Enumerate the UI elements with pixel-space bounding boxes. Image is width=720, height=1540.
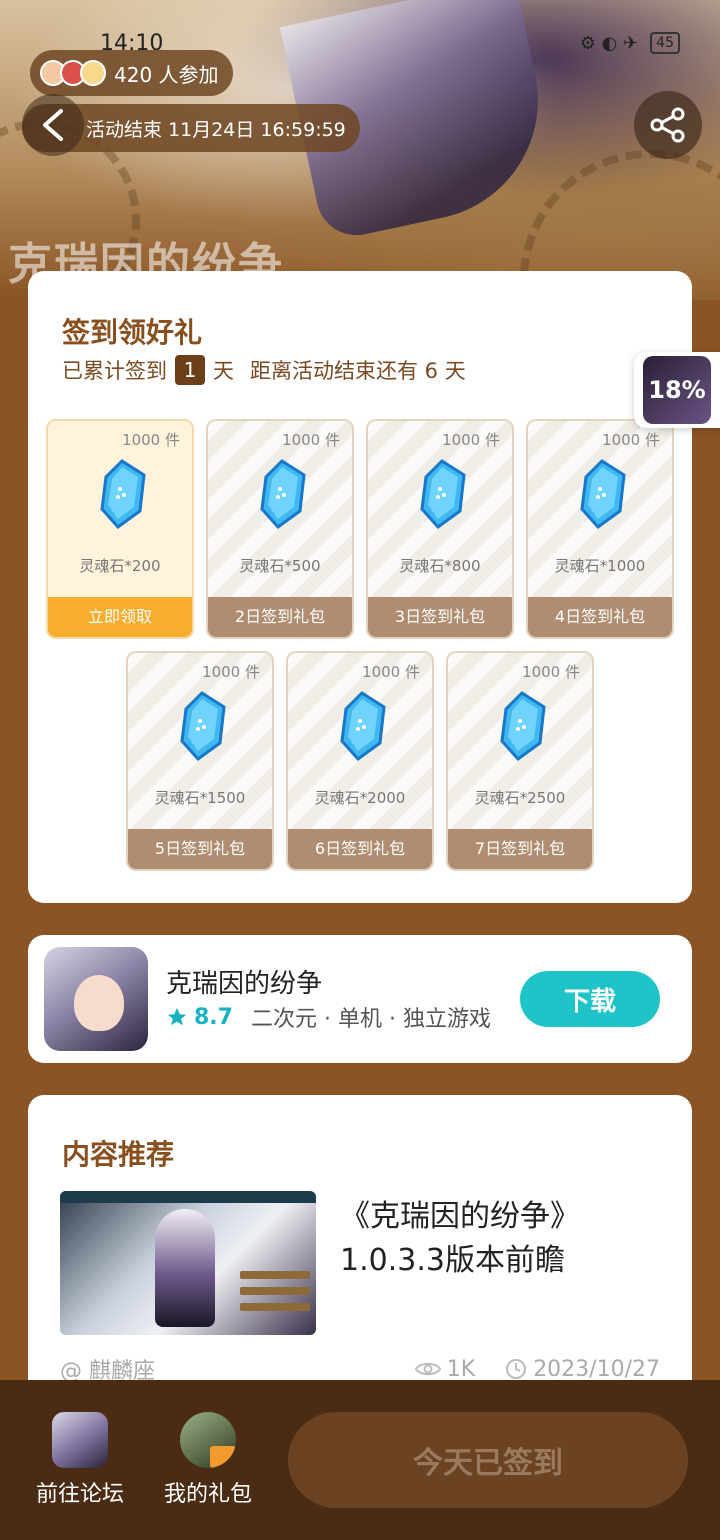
gift-icon [180,1412,236,1468]
claim-now-button[interactable]: 立即领取 [48,597,192,637]
chevron-left-icon [43,109,63,141]
forum-nav-button[interactable]: 前往论坛 [25,1412,135,1508]
article-views: 1K [446,1356,476,1382]
soul-stone-icon [340,691,386,761]
soul-stone-icon [100,459,146,529]
gift-day-2[interactable]: 1000 件 灵魂石*500 2日签到礼包 [206,419,354,639]
signin-title: 签到领好礼 [62,316,203,349]
remaining-days-text: 距离活动结束还有 6 天 [250,359,466,383]
back-button[interactable] [22,94,84,156]
share-button[interactable] [634,91,702,159]
participant-avatars [40,60,106,86]
download-button[interactable]: 下载 [520,971,660,1027]
soul-stone-icon [260,459,306,529]
deadline-text: 活动结束 11月24日 16:59:59 [86,118,346,141]
signal-icons: ⚙ ◐ ✈ [579,32,639,54]
game-tags: 二次元 · 单机 · 独立游戏 [250,1007,491,1032]
my-gifts-label: 我的礼包 [163,1482,252,1507]
gift-day-5[interactable]: 1000 件 灵魂石*1500 5日签到礼包 [126,651,274,871]
share-icon [650,107,685,143]
participants-count: 420 人参加 [114,62,219,87]
content-recommendation-card: 内容推荐 《克瑞因的纷争》 1.0.3.3版本前瞻 @ 麒麟座 1K 2023/… [28,1095,692,1425]
article-thumbnail[interactable] [60,1191,316,1335]
floating-progress-widget[interactable]: 18% [634,352,720,428]
my-gifts-nav-button[interactable]: 我的礼包 [153,1412,263,1508]
checked-in-button[interactable]: 今天已签到 [288,1412,688,1508]
game-rating: 8.7 [194,1004,233,1030]
soul-stone-icon [500,691,546,761]
game-card[interactable]: 克瑞因的纷争 8.7 二次元 · 单机 · 独立游戏 下载 [28,935,692,1063]
gift-day-1[interactable]: 1000 件 灵魂石*200 立即领取 [46,419,194,639]
progress-percent: 18% [643,356,711,424]
battery-icon: 45 [650,32,680,54]
gift-day-3[interactable]: 1000 件 灵魂石*800 3日签到礼包 [366,419,514,639]
soul-stone-icon [420,459,466,529]
soul-stone-icon [580,459,626,529]
article-title[interactable]: 《克瑞因的纷争》 1.0.3.3版本前瞻 [340,1195,670,1283]
game-meta: 8.7 二次元 · 单机 · 独立游戏 [166,1001,491,1033]
signin-summary: 已累计签到 1 天 距离活动结束还有 6 天 [62,355,466,385]
star-icon [167,1007,187,1026]
gift-day-4[interactable]: 1000 件 灵魂石*1000 4日签到礼包 [526,419,674,639]
article-date: 2023/10/27 [533,1356,660,1382]
gift-day-6[interactable]: 1000 件 灵魂石*2000 6日签到礼包 [286,651,434,871]
content-section-title: 内容推荐 [62,1138,175,1171]
participants-badge: 420 人参加 [30,50,233,96]
forum-icon [52,1412,108,1468]
clock-icon [506,1359,527,1379]
gift-day-7[interactable]: 1000 件 灵魂石*2500 7日签到礼包 [446,651,594,871]
eye-icon [414,1362,441,1376]
bottom-action-bar: 前往论坛 我的礼包 今天已签到 [0,1380,720,1540]
soul-stone-icon [180,691,226,761]
cumulative-days: 1 [175,355,205,385]
game-icon [44,947,148,1051]
signin-card: 签到领好礼 已累计签到 1 天 距离活动结束还有 6 天 1000 件 灵魂石*… [28,271,692,903]
forum-label: 前往论坛 [35,1482,124,1507]
game-name: 克瑞因的纷争 [166,969,323,999]
